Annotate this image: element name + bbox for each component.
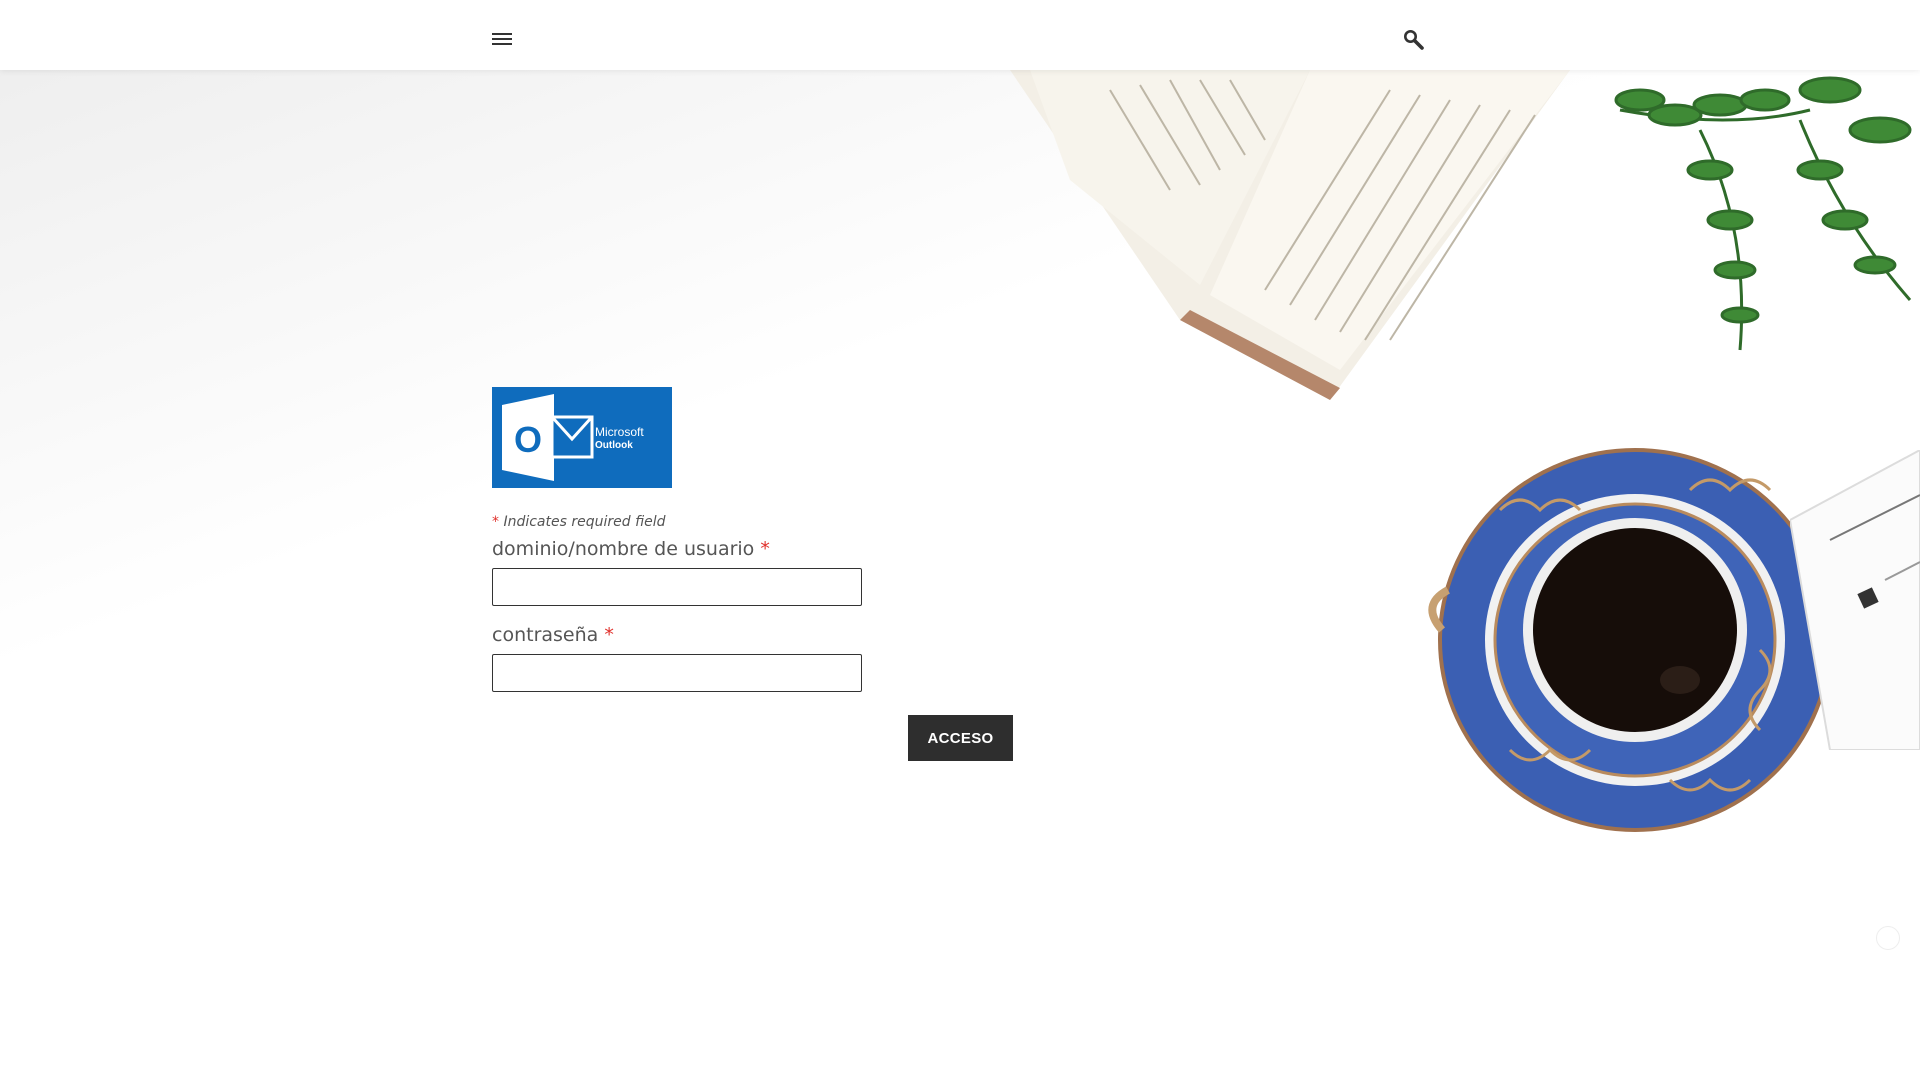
fern-plant-image xyxy=(1614,76,1912,351)
login-form: O Microsoft Outlook * Indicates required… xyxy=(492,387,1052,761)
username-label: dominio/nombre de usuario * xyxy=(492,538,1052,560)
coffee-cup-image xyxy=(1428,448,1832,832)
paper-document-image xyxy=(1790,450,1920,750)
password-input[interactable] xyxy=(492,654,862,692)
username-required-asterisk: * xyxy=(760,538,770,560)
outlook-logo: O Microsoft Outlook xyxy=(492,387,672,488)
hamburger-menu-icon[interactable] xyxy=(492,31,512,47)
logo-letter: O xyxy=(514,419,542,460)
logo-brand-microsoft: Microsoft xyxy=(595,425,644,439)
open-book-image xyxy=(1010,70,1570,400)
username-input[interactable] xyxy=(492,568,862,606)
required-asterisk: * xyxy=(492,514,499,530)
logo-brand-outlook: Outlook xyxy=(595,440,633,451)
password-label-text: contraseña xyxy=(492,624,599,646)
required-field-note: * Indicates required field xyxy=(492,514,1052,530)
top-navigation-bar xyxy=(0,0,1920,70)
password-required-asterisk: * xyxy=(604,624,614,646)
search-icon[interactable] xyxy=(1402,28,1426,52)
username-label-text: dominio/nombre de usuario xyxy=(492,538,755,560)
login-submit-button[interactable]: ACCESO xyxy=(908,715,1013,761)
floating-chat-bubble[interactable] xyxy=(1876,926,1900,950)
password-label: contraseña * xyxy=(492,624,1052,646)
required-note-text: Indicates required field xyxy=(499,514,666,530)
